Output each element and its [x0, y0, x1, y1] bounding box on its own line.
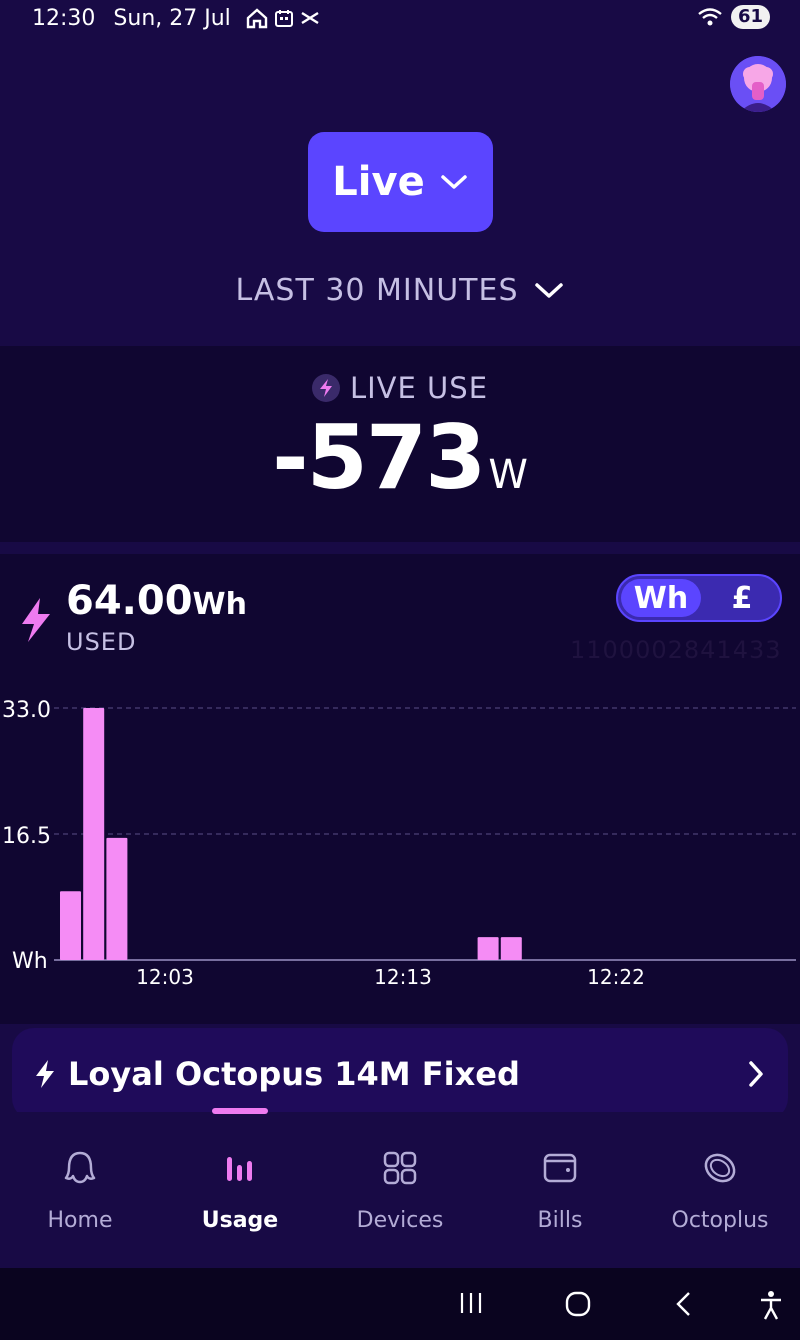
coin-icon	[700, 1148, 740, 1188]
period-label: LAST 30 MINUTES	[235, 272, 519, 308]
system-nav-bar	[0, 1268, 800, 1340]
chart-bar	[500, 937, 522, 960]
x-tick-label: 12:13	[374, 965, 432, 989]
accessibility-icon[interactable]	[758, 1290, 784, 1320]
app-notification-icon	[301, 11, 319, 25]
x-tick-label: 12:03	[136, 965, 194, 989]
nav-label-octoplus: Octoplus	[671, 1208, 769, 1233]
nav-item-devices[interactable]: Devices	[320, 1112, 480, 1268]
nav-label-bills: Bills	[537, 1208, 583, 1233]
chevron-down-icon	[440, 175, 467, 189]
tariff-name: Loyal Octopus 14M Fixed	[68, 1055, 520, 1093]
back-icon[interactable]	[672, 1290, 696, 1318]
status-date: Sun, 27 Jul	[113, 5, 231, 31]
status-time: 12:30	[32, 5, 96, 31]
nav-label-home: Home	[47, 1208, 113, 1233]
live-use-panel: LIVE USE -573 W	[0, 346, 800, 542]
chart-bar	[106, 837, 128, 960]
bar-chart-icon	[220, 1148, 260, 1188]
mode-label: Live	[332, 159, 425, 205]
status-bar: 12:30 Sun, 27 Jul 61	[0, 0, 800, 36]
chart-bar	[477, 937, 499, 960]
usage-chart-panel: 64.00Wh USED Wh £ 1100002841433 33.0 16.5…	[0, 554, 800, 1024]
devices-grid-icon	[380, 1148, 420, 1188]
usage-bar-chart: 33.0 16.5 Wh 12:03 12:13 12:22	[2, 698, 796, 989]
nav-item-usage[interactable]: Usage	[160, 1112, 320, 1268]
chart-bar	[60, 891, 81, 960]
calendar-notification-icon	[274, 10, 293, 27]
battery-indicator: 61	[730, 5, 770, 29]
wallet-icon	[540, 1148, 580, 1188]
octopus-icon	[60, 1148, 100, 1188]
x-tick-label: 12:22	[587, 965, 645, 989]
live-use-reading: -573 W	[0, 406, 800, 509]
chart-bar	[83, 708, 105, 960]
y-tick-label: 16.5	[2, 824, 51, 849]
home-notification-icon	[246, 8, 267, 29]
bottom-nav: Home Usage Devices Bills Octoplus	[0, 1112, 800, 1268]
status-right: 61	[697, 5, 770, 29]
nav-item-home[interactable]: Home	[0, 1112, 160, 1268]
lightning-icon	[311, 374, 340, 402]
nav-item-bills[interactable]: Bills	[480, 1112, 640, 1268]
chevron-down-icon	[534, 283, 563, 298]
live-use-label: LIVE USE	[349, 371, 489, 405]
nav-label-usage: Usage	[201, 1208, 279, 1233]
tariff-card[interactable]: Loyal Octopus 14M Fixed	[12, 1028, 788, 1120]
recent-apps-icon[interactable]	[458, 1290, 484, 1316]
live-use-value: -573	[272, 406, 486, 509]
notification-icons	[245, 6, 321, 30]
y-axis-label: Wh	[12, 949, 48, 974]
nav-item-octoplus[interactable]: Octoplus	[640, 1112, 800, 1268]
active-tab-indicator	[212, 1108, 268, 1114]
y-tick-label: 33.0	[2, 698, 51, 723]
period-select[interactable]: LAST 30 MINUTES	[0, 268, 800, 312]
chevron-right-icon	[749, 1061, 763, 1087]
home-button-icon[interactable]	[564, 1290, 592, 1318]
live-use-unit: W	[488, 452, 528, 498]
mode-select-button[interactable]: Live	[308, 132, 493, 232]
lightning-icon	[36, 1060, 54, 1088]
nav-label-devices: Devices	[356, 1208, 444, 1233]
wifi-icon	[698, 8, 722, 26]
profile-avatar[interactable]	[730, 56, 786, 112]
live-use-header: LIVE USE	[0, 368, 800, 408]
avatar-icon	[730, 56, 786, 112]
